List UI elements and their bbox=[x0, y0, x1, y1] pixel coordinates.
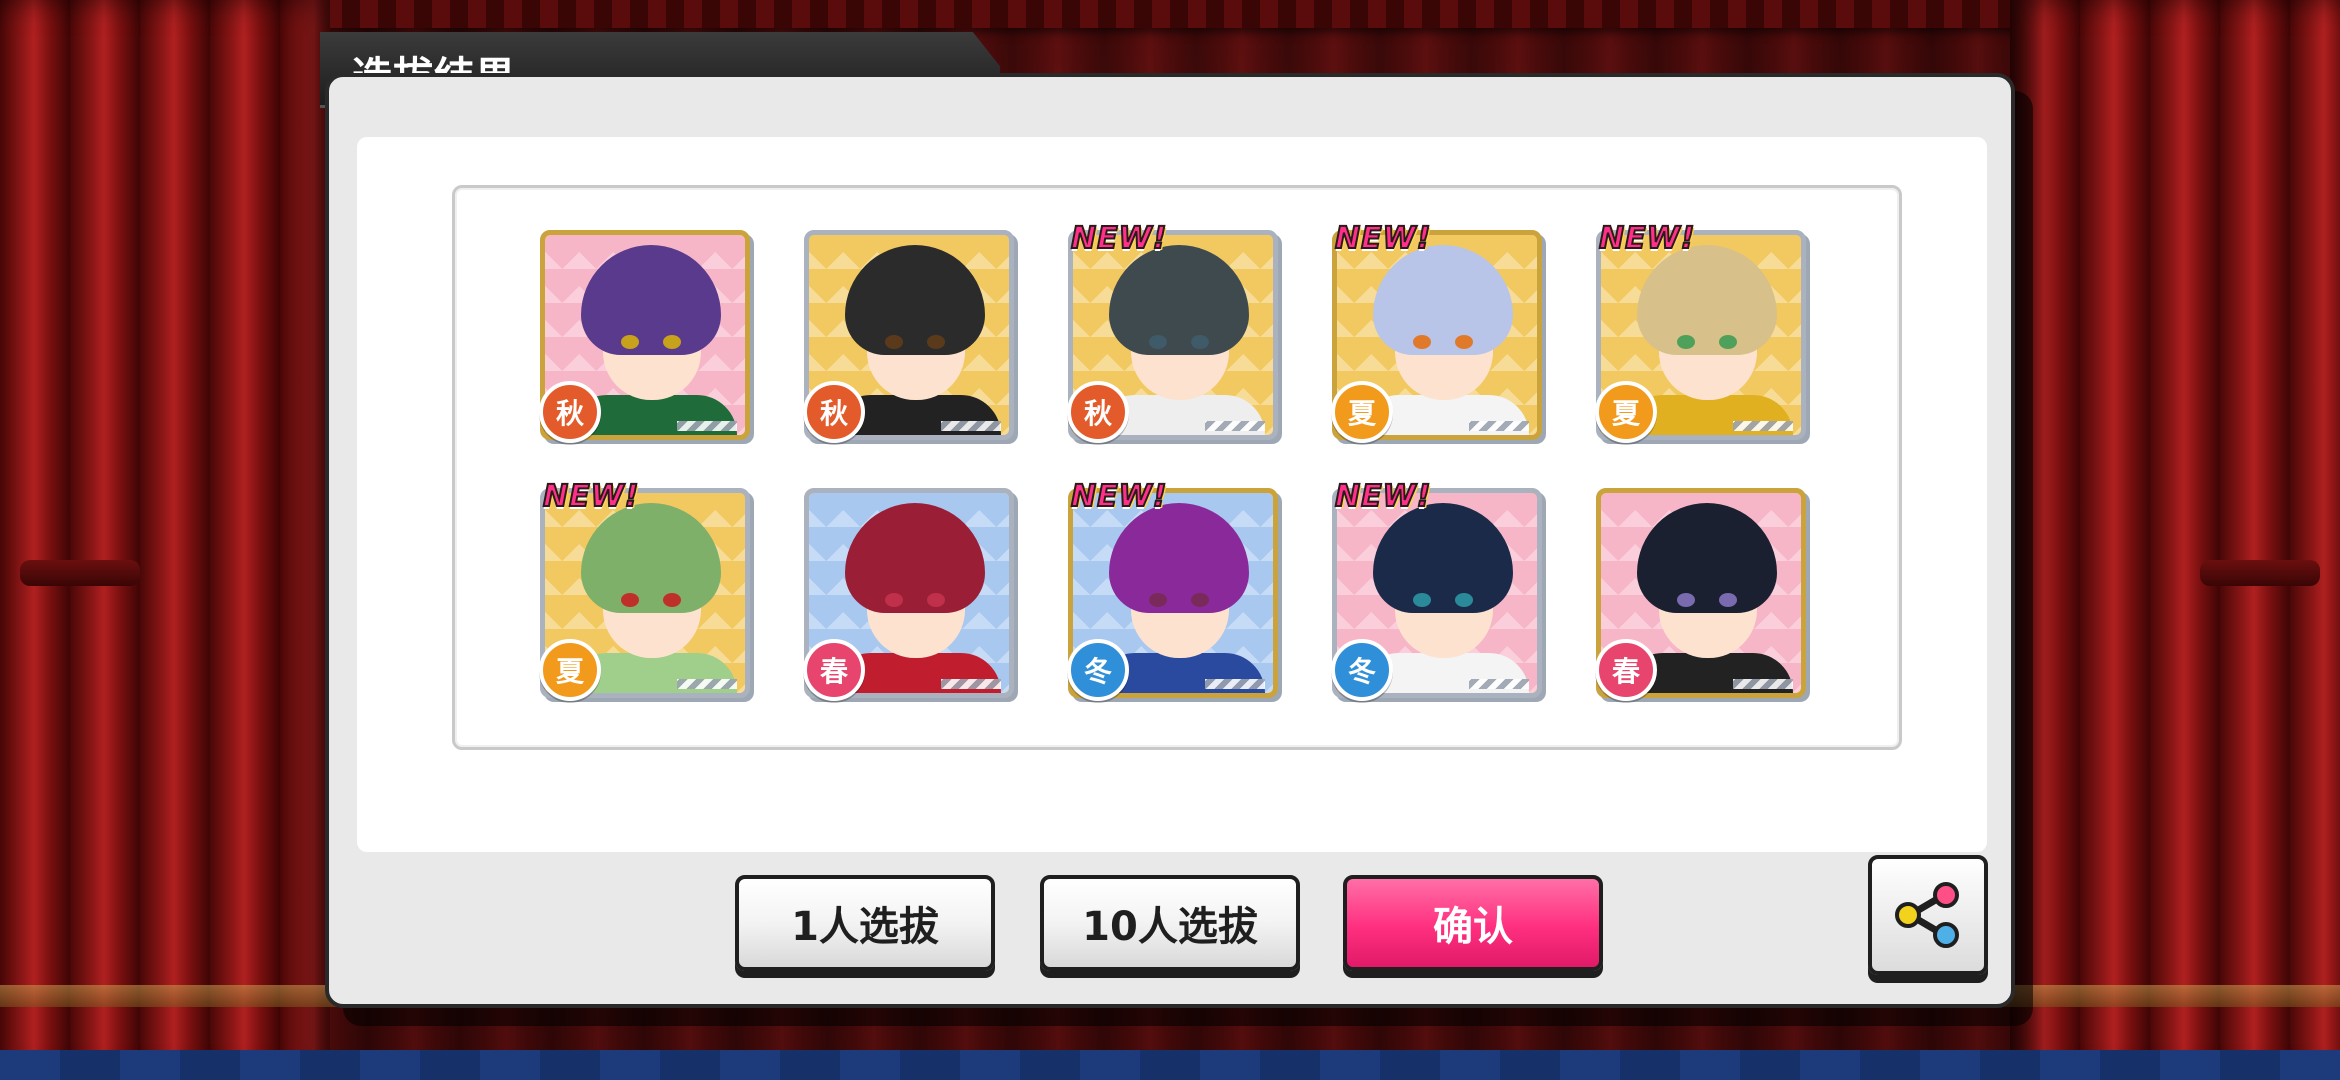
content-panel: 秋 秋 秋 NEW! 夏 NEW! 夏 NEW! 夏 NEW! 春 冬 NEW! 冬 NEW! 春 bbox=[357, 137, 1987, 852]
stage-floor bbox=[0, 1050, 2340, 1080]
card-grid: 秋 秋 秋 NEW! 夏 NEW! 夏 NEW! 夏 NEW! 春 冬 NEW! 冬 NEW! 春 bbox=[539, 220, 1806, 701]
season-badge: 春 bbox=[1595, 639, 1657, 701]
season-badge: 冬 bbox=[1067, 639, 1129, 701]
character-card[interactable]: 春 bbox=[803, 488, 1014, 701]
season-badge: 冬 bbox=[1331, 639, 1393, 701]
season-badge: 夏 bbox=[1331, 381, 1393, 443]
new-badge: NEW! bbox=[542, 478, 640, 515]
new-badge: NEW! bbox=[1334, 220, 1432, 257]
share-icon bbox=[1895, 882, 1959, 948]
result-dialog: 秋 秋 秋 NEW! 夏 NEW! 夏 NEW! 夏 NEW! 春 冬 NEW! 冬 NEW! 春 bbox=[325, 73, 2015, 1008]
curtain-right bbox=[2010, 0, 2340, 1080]
curtain-left bbox=[0, 0, 330, 1080]
new-badge: NEW! bbox=[1334, 478, 1432, 515]
character-card[interactable]: 秋 NEW! bbox=[1067, 220, 1278, 443]
season-badge: 秋 bbox=[803, 381, 865, 443]
season-badge: 秋 bbox=[1067, 381, 1129, 443]
character-card[interactable]: 冬 NEW! bbox=[1331, 478, 1542, 701]
single-draw-button[interactable]: 1人选拔 bbox=[735, 875, 995, 971]
curtain-tieback-right bbox=[2200, 560, 2320, 586]
season-badge: 秋 bbox=[539, 381, 601, 443]
new-badge: NEW! bbox=[1070, 220, 1168, 257]
character-card[interactable]: 春 bbox=[1595, 488, 1806, 701]
character-card[interactable]: 夏 NEW! bbox=[1595, 220, 1806, 443]
new-badge: NEW! bbox=[1598, 220, 1696, 257]
card-grid-box: 秋 秋 秋 NEW! 夏 NEW! 夏 NEW! 夏 NEW! 春 冬 NEW! 冬 NEW! 春 bbox=[452, 185, 1902, 750]
character-card[interactable]: 秋 bbox=[803, 230, 1014, 443]
character-card[interactable]: 冬 NEW! bbox=[1067, 478, 1278, 701]
confirm-button[interactable]: 确认 bbox=[1343, 875, 1603, 971]
curtain-tieback-left bbox=[20, 560, 140, 586]
season-badge: 夏 bbox=[1595, 381, 1657, 443]
character-card[interactable]: 夏 NEW! bbox=[539, 478, 750, 701]
season-badge: 春 bbox=[803, 639, 865, 701]
curtain-valance bbox=[0, 0, 2340, 28]
character-card[interactable]: 夏 NEW! bbox=[1331, 220, 1542, 443]
character-card[interactable]: 秋 bbox=[539, 230, 750, 443]
new-badge: NEW! bbox=[1070, 478, 1168, 515]
season-badge: 夏 bbox=[539, 639, 601, 701]
ten-draw-button[interactable]: 10人选拔 bbox=[1040, 875, 1300, 971]
share-button[interactable] bbox=[1868, 855, 1988, 975]
